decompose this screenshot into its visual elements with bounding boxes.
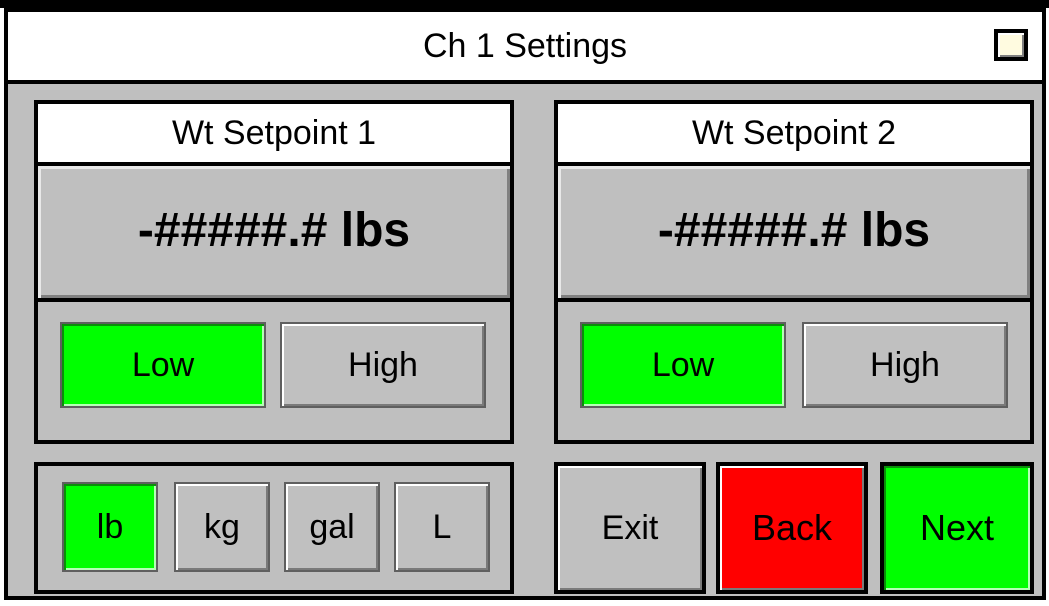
- setpoint-1-title: Wt Setpoint 1: [38, 104, 510, 166]
- setpoint-2-panel: Wt Setpoint 2 -#####.# lbs Low High: [554, 100, 1034, 444]
- setpoint-2-low-button[interactable]: Low: [580, 322, 786, 408]
- setpoint-2-value-field[interactable]: -#####.# lbs: [558, 166, 1030, 302]
- setpoint-1-low-button[interactable]: Low: [60, 322, 266, 408]
- next-button[interactable]: Next: [880, 462, 1034, 594]
- setpoint-2-title: Wt Setpoint 2: [558, 104, 1030, 166]
- titlebar: Ch 1 Settings: [8, 12, 1042, 84]
- unit-button-kg[interactable]: kg: [174, 482, 270, 572]
- setpoint-1-value-field[interactable]: -#####.# lbs: [38, 166, 510, 302]
- indicator-box-icon[interactable]: [994, 29, 1028, 61]
- unit-button-lb[interactable]: lb: [62, 482, 158, 572]
- unit-button-gal[interactable]: gal: [284, 482, 380, 572]
- page-title: Ch 1 Settings: [422, 27, 628, 65]
- setpoint-2-high-button[interactable]: High: [802, 322, 1008, 408]
- setpoint-1-high-button[interactable]: High: [280, 322, 486, 408]
- units-panel: lb kg gal L: [34, 462, 514, 594]
- back-button[interactable]: Back: [716, 462, 868, 594]
- exit-button[interactable]: Exit: [554, 462, 706, 594]
- setpoint-1-panel: Wt Setpoint 1 -#####.# lbs Low High: [34, 100, 514, 444]
- screen: Ch 1 Settings Wt Setpoint 1 -#####.# lbs…: [0, 0, 1049, 606]
- settings-window: Ch 1 Settings Wt Setpoint 1 -#####.# lbs…: [4, 8, 1046, 600]
- unit-button-l[interactable]: L: [394, 482, 490, 572]
- top-edge: [0, 0, 1049, 8]
